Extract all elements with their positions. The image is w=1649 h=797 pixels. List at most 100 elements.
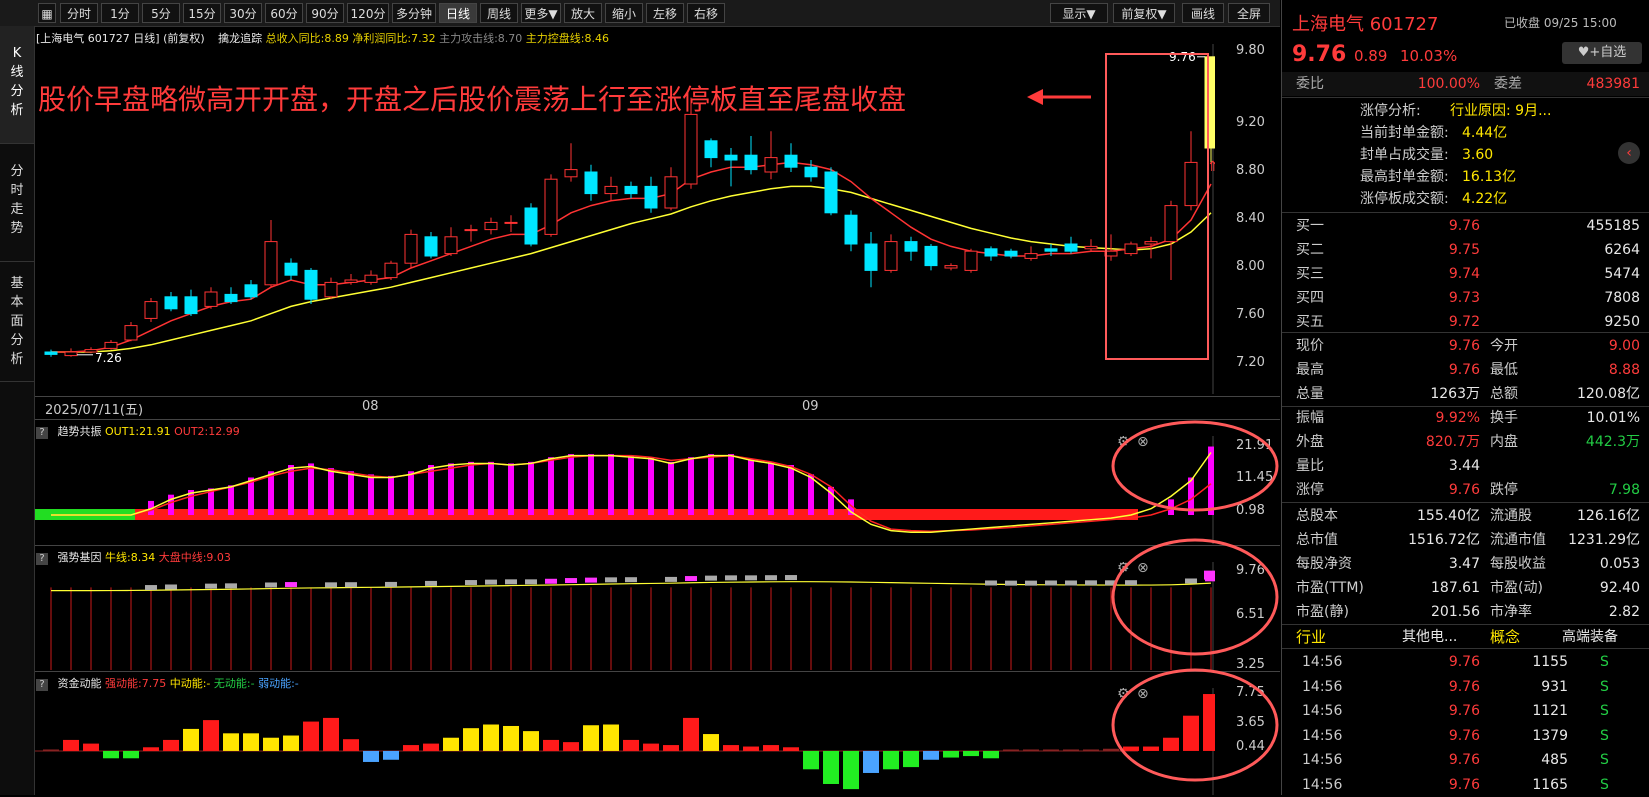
candle-body (764, 157, 778, 173)
quote-label: 外盘 (1296, 434, 1324, 450)
fund-bar (643, 743, 659, 751)
price-axis: 9.80 9.20 8.80 8.40 8.00 7.60 7.20 (1232, 43, 1280, 394)
toolbar: ▦ 分时 1分 5分 15分 30分 60分 90分 120分 多分钟 日线 周线 更多▼ 放大 缩小 左移… (0, 0, 1280, 27)
candle-body (864, 243, 878, 271)
tick-time: 14:56 (1302, 654, 1343, 670)
fundamental-value: 1231.29亿 (1568, 532, 1640, 548)
strong-box (425, 580, 437, 586)
toolbar-button-12[interactable]: 放大 (564, 3, 602, 23)
toolbar-button-6[interactable]: 90分 (306, 3, 344, 23)
industry-value[interactable]: 其他电... (1402, 626, 1457, 648)
fund-bar (263, 737, 279, 751)
quote-label: 内盘 (1490, 434, 1518, 450)
strong-box (465, 580, 477, 586)
toolbar-button-3[interactable]: 15分 (183, 3, 221, 23)
axis-tick-label: 8.40 (1236, 211, 1265, 226)
collapse-chevron-icon[interactable]: ‹ (1618, 142, 1640, 164)
toolbar-button-5[interactable]: 60分 (265, 3, 303, 23)
trend-resonance-chart[interactable]: ⚙ ⊗ (35, 436, 1215, 544)
candle-body (844, 214, 858, 245)
candle-body (364, 274, 378, 283)
axis-tick-label: 9.20 (1236, 115, 1265, 130)
toolbar-button-10[interactable]: 周线 (480, 3, 518, 23)
toolbar-button-0[interactable]: 分时 (60, 3, 98, 23)
fund-bar (223, 733, 239, 751)
left-tab-char: 线 (10, 65, 24, 80)
toolbar-right-button-3[interactable]: 全屏 (1228, 3, 1270, 23)
candle-body (804, 166, 818, 178)
grid-icon[interactable]: ▦ (38, 3, 56, 23)
toolbar-right-button-1[interactable]: 前复权▼ (1113, 3, 1175, 23)
quote-value: 120.08亿 (1577, 386, 1640, 402)
fund-bar (1183, 715, 1199, 751)
concept-value[interactable]: 高端装备 (1562, 626, 1618, 648)
toolbar-button-11[interactable]: 更多▼ (521, 3, 561, 23)
tick-price: 9.76 (1448, 752, 1480, 768)
toolbar-button-4[interactable]: 30分 (224, 3, 262, 23)
fund-bar (1043, 749, 1059, 751)
fundamental-label: 市净率 (1490, 604, 1532, 620)
toolbar-button-2[interactable]: 5分 (142, 3, 180, 23)
quote-value: 1263万 (1430, 386, 1480, 402)
toolbar-button-15[interactable]: 右移 (687, 3, 725, 23)
tick-price: 9.76 (1448, 727, 1480, 744)
left-tab-0[interactable]: K线分析 (0, 26, 34, 144)
toolbar-button-9[interactable]: 日线 (439, 3, 477, 23)
fund-bar (683, 717, 699, 751)
quote-value: 9.76 (1448, 362, 1480, 378)
trend-bar (788, 465, 794, 515)
toolbar-button-7[interactable]: 120分 (347, 3, 389, 23)
axis-tick-label: 7.75 (1236, 685, 1265, 701)
toolbar-button-1[interactable]: 1分 (101, 3, 139, 23)
axis-tick-label: 7.20 (1236, 355, 1265, 370)
toolbar-right-button-0[interactable]: 显示▼ (1050, 3, 1108, 23)
tick-side: S (1600, 703, 1609, 719)
candle-body (384, 262, 398, 279)
bid-volume: 9250 (1604, 314, 1640, 330)
toolbar-right-button-2[interactable]: 画线 (1182, 3, 1224, 23)
strong-box (605, 577, 617, 583)
bid-price: 9.72 (1448, 314, 1480, 330)
fund-bar (783, 747, 799, 751)
order-ratio-row: 委比 100.00% 委差 483981 (1282, 72, 1649, 96)
trend-base-red (135, 509, 1138, 520)
add-watchlist-button[interactable]: ♥+自选 (1562, 42, 1642, 64)
toolbar-button-13[interactable]: 缩小 (605, 3, 643, 23)
trend-bar (268, 471, 274, 515)
toolbar-button-8[interactable]: 多分钟 (392, 3, 436, 23)
bid-price: 9.73 (1448, 290, 1480, 306)
fund-bar (343, 739, 359, 751)
candlestick-chart[interactable]: 9.76 7.26 ⇑ (35, 44, 1215, 394)
fund-bar (1083, 749, 1099, 751)
fund-momentum-chart[interactable]: ⚙ ⊗ (35, 688, 1215, 795)
strong-box (325, 582, 337, 588)
quote-label: 跌停 (1490, 482, 1518, 498)
axis-tick-label: 8.80 (1236, 163, 1265, 178)
tick-time: 14:56 (1302, 776, 1343, 793)
trend-bar (628, 455, 634, 515)
date-start-label: 2025/07/11(五) (45, 403, 144, 418)
candle-body (404, 233, 418, 264)
candle-body (1104, 250, 1118, 257)
quote-label: 最低 (1490, 362, 1518, 378)
trend-bar (648, 457, 654, 515)
limit-info-value: 4.44亿 (1462, 125, 1508, 141)
toolbar-button-14[interactable]: 左移 (646, 3, 684, 23)
quote-label: 涨停 (1296, 482, 1324, 498)
left-tab-2[interactable]: 基本面分析 (0, 262, 34, 382)
candle-body (464, 229, 478, 232)
left-tab-char: 析 (10, 103, 24, 118)
tick-side: S (1600, 752, 1609, 768)
candle-body (1204, 56, 1215, 149)
strong-gene-chart[interactable]: ⚙ ⊗ (35, 562, 1215, 670)
strong-box (225, 583, 237, 589)
quote-value: 9.76 (1448, 338, 1480, 354)
trend-bar (468, 461, 474, 515)
bid-label: 买四 (1296, 290, 1324, 306)
candle-body (164, 296, 178, 310)
left-tab-1[interactable]: 分时走势 (0, 144, 34, 262)
axis-tick-label: 9.76 (1236, 562, 1265, 578)
fundamental-value: 126.16亿 (1577, 508, 1640, 524)
candle-body (64, 351, 78, 357)
candle-body (624, 185, 638, 195)
